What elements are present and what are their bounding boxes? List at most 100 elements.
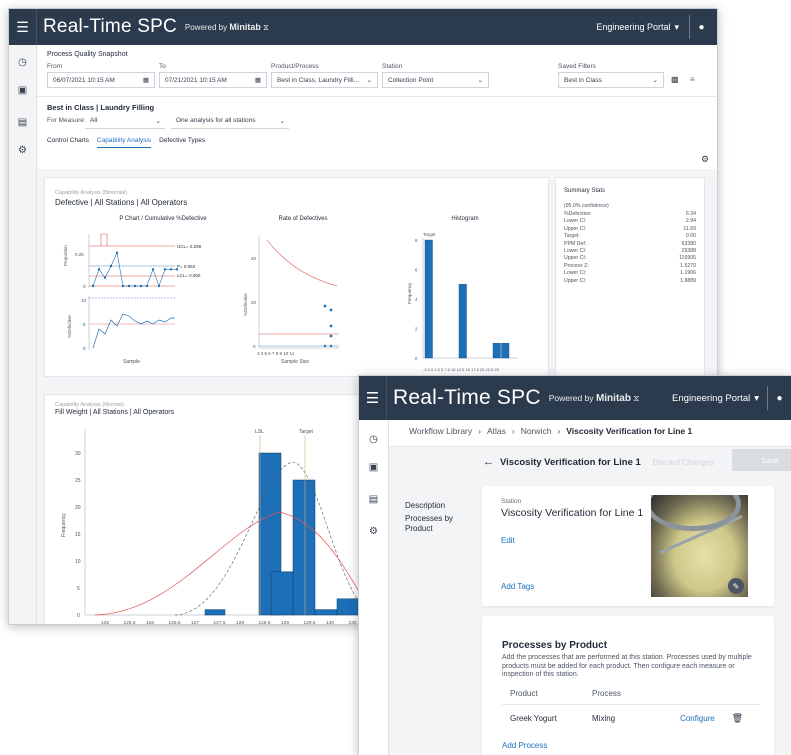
stat-value: 116905	[679, 255, 696, 262]
x-axis-label: Sample Size	[281, 359, 309, 365]
back-arrow-icon[interactable]: ←	[483, 456, 494, 468]
stat-value: 0.00	[685, 233, 696, 240]
save-button[interactable]: Save	[732, 449, 791, 471]
processes-by-product-card: Processes by Product Add the processes t…	[482, 616, 774, 755]
fill-weight-bar	[314, 609, 338, 616]
p-point	[133, 284, 137, 288]
card-type-label: Capability Analysis (Normal)	[55, 402, 124, 408]
p-point	[97, 268, 101, 271]
stat-key: Process Z:	[564, 262, 589, 269]
analysis-select[interactable]: One analysis for all stations ⌄	[171, 113, 289, 129]
p-point	[139, 284, 143, 288]
y-axis-label: %Defective	[67, 315, 72, 338]
settings-gear-icon[interactable]: ⚙	[701, 154, 709, 165]
column-header: Process	[592, 689, 621, 698]
process-cell: Mixing	[592, 714, 616, 723]
user-icon[interactable]: ●	[767, 386, 791, 410]
x-tick-label: 128	[236, 620, 244, 625]
station-name: Viscosity Verification for Line 1	[501, 507, 644, 519]
trash-icon[interactable]: 🗑	[715, 705, 760, 733]
tab-control-charts[interactable]: Control Charts	[47, 137, 89, 148]
portal-selector[interactable]: Engineering Portal ▾	[596, 22, 679, 33]
stat-value: 6.34	[685, 211, 696, 217]
station-select[interactable]: Collection Point ⌄	[382, 72, 489, 88]
stat-key: Lower CI:	[564, 218, 587, 225]
stat-key: %Defective:	[564, 211, 592, 217]
table-header-row: Product Process	[502, 686, 760, 705]
section-title: Processes by Product	[502, 640, 608, 651]
app-title: Real-Time SPC	[393, 386, 541, 409]
add-process-link[interactable]: Add Process	[502, 741, 547, 750]
summary-stats-card: Summary Stats (95.0% confidence) %Defect…	[555, 177, 705, 377]
stat-row: Upper CI: 11.69	[564, 226, 696, 233]
app-title: Real-Time SPC	[43, 16, 177, 37]
nav-processes-by-product[interactable]: Processes by Product	[405, 514, 465, 534]
gear-icon[interactable]: ⚙	[359, 520, 388, 542]
svg-text:0: 0	[83, 284, 86, 289]
filter-icon[interactable]: ≡	[690, 75, 695, 84]
menu-icon[interactable]: ☰	[9, 9, 37, 45]
discard-changes-button[interactable]: Discard Changes	[653, 458, 714, 467]
breadcrumb-item[interactable]: Norwich	[521, 426, 552, 436]
monitor-chart-icon[interactable]: ▣	[359, 456, 388, 478]
breadcrumb-item[interactable]: Atlas	[487, 426, 506, 436]
histogram-bar	[501, 343, 510, 359]
y-axis-label: %Defective	[243, 293, 248, 316]
table-row: Greek Yogurt Mixing Configure 🗑	[502, 704, 760, 733]
caret-down-icon: ▾	[674, 21, 679, 32]
chevron-right-icon: ›	[557, 426, 561, 436]
stat-key: Upper CI:	[564, 255, 587, 262]
stat-value: 1.1906	[680, 270, 696, 277]
calendar-icon[interactable]: ▦	[255, 76, 261, 84]
edit-photo-icon[interactable]: ✎	[728, 578, 744, 594]
from-date-field[interactable]: 06/07/2021 10:15 AM ▦	[47, 72, 155, 88]
calendar-icon[interactable]: ▦	[143, 76, 149, 84]
stat-value: 29388	[681, 248, 696, 255]
gauge-icon[interactable]: ◷	[9, 51, 36, 73]
svg-text:40: 40	[251, 256, 257, 261]
configure-link[interactable]: Configure	[648, 705, 715, 733]
save-filter-icon[interactable]: ▩	[671, 75, 679, 84]
edit-link[interactable]: Edit	[501, 536, 515, 545]
menu-icon[interactable]: ☰	[359, 376, 387, 420]
stat-row: %Defective: 6.34	[564, 211, 696, 218]
to-label: To	[159, 63, 166, 70]
portal-selector[interactable]: Engineering Portal ▾	[672, 393, 759, 404]
y-tick-label: 2	[415, 327, 418, 332]
user-icon[interactable]: ●	[689, 15, 713, 39]
card-title: Fill Weight | All Stations | All Operato…	[55, 409, 175, 416]
gear-icon[interactable]: ⚙	[9, 139, 36, 161]
from-label: From	[47, 63, 63, 70]
stat-row: Lower CI: 2.94	[564, 218, 696, 225]
p-point	[127, 284, 131, 288]
archive-icon[interactable]: ▤	[359, 488, 388, 510]
p-point	[121, 284, 125, 288]
add-tags-link[interactable]: Add Tags	[501, 582, 534, 591]
monitor-chart-icon[interactable]: ▣	[9, 79, 36, 101]
svg-text:3 4 5 6 7 8 9 10 11: 3 4 5 6 7 8 9 10 11	[257, 351, 295, 356]
product-select[interactable]: Best in Class, Laundry Filli... ⌄	[271, 72, 378, 88]
side-rail: ◷ ▣ ▤ ⚙	[9, 45, 37, 624]
stat-value: 1.5270	[680, 262, 696, 269]
station-label: Station	[501, 498, 522, 505]
tab-defective-types[interactable]: Defective Types	[159, 137, 205, 148]
gauge-icon[interactable]: ◷	[359, 428, 388, 450]
target-label: Target	[423, 232, 436, 237]
x-tick-label: 129	[281, 620, 289, 625]
saved-filters-select[interactable]: Best in Class ⌄	[558, 72, 664, 88]
archive-icon[interactable]: ▤	[9, 111, 36, 133]
y-tick-label: 6	[415, 268, 418, 273]
nav-description[interactable]: Description	[405, 501, 465, 511]
breadcrumb-item[interactable]: Workflow Library	[409, 426, 472, 436]
chevron-down-icon: ⌄	[279, 117, 285, 125]
stat-key: PPM Def:	[564, 240, 587, 247]
svg-text:5: 5	[77, 586, 80, 592]
side-rail: ◷ ▣ ▤ ⚙	[359, 420, 389, 755]
saved-filters-value: Best in Class	[564, 76, 602, 84]
tab-capability-analysis[interactable]: Capability Analysis	[96, 137, 152, 148]
caret-down-icon: ▾	[754, 392, 759, 404]
measure-select[interactable]: All ⌄	[85, 113, 165, 129]
to-date-field[interactable]: 07/21/2021 10:15 AM ▦	[159, 72, 267, 88]
x-tick-label: 129.5	[304, 620, 316, 625]
portal-label: Engineering Portal	[672, 392, 751, 404]
